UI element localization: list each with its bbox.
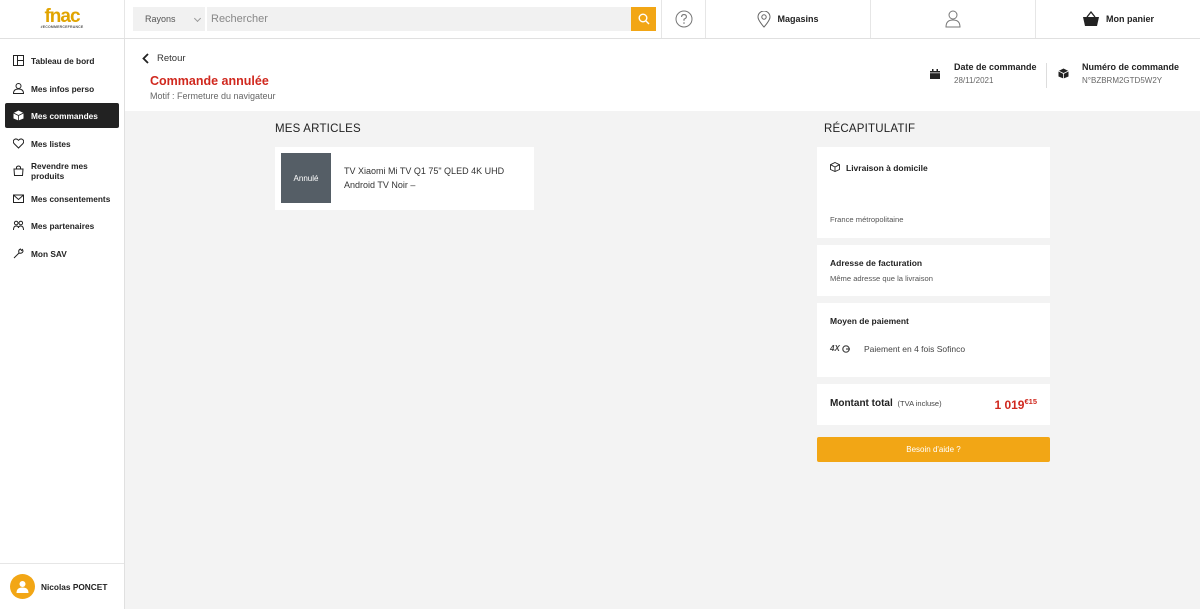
divider: [1046, 63, 1047, 88]
cancelled-badge: Annulé: [293, 173, 319, 183]
search-input[interactable]: [207, 7, 631, 31]
sidebar-item-infos[interactable]: Mes infos perso: [5, 76, 119, 101]
payment-card: Moyen de paiement 4X Paiement en 4 fois …: [817, 303, 1050, 377]
box-icon: [13, 110, 24, 121]
billing-card: Adresse de facturation Même adresse que …: [817, 245, 1050, 296]
chevron-down-icon: [193, 14, 202, 23]
order-status: Commande annulée: [150, 74, 269, 88]
question-circle-icon: [675, 10, 692, 28]
cancel-reason: Motif : Fermeture du navigateur: [150, 91, 276, 101]
account-sidebar: Tableau de bord Mes infos perso Mes comm…: [0, 39, 125, 609]
sidebar-item-orders[interactable]: Mes commandes: [5, 103, 119, 128]
map-pin-icon: [757, 10, 771, 28]
account-button[interactable]: [871, 0, 1036, 38]
package-icon: [830, 162, 840, 172]
sidebar-item-partners[interactable]: Mes partenaires: [5, 213, 119, 238]
order-header: Retour Commande annulée Motif : Fermetur…: [125, 39, 1200, 111]
total-price: 1 019€15: [994, 397, 1037, 412]
user-icon: [945, 10, 961, 28]
order-number: Numéro de commande N°BZBRM2GTD5W2Y: [1058, 62, 1179, 85]
sidebar-item-consents[interactable]: Mes consentements: [5, 186, 119, 211]
search-bar: Rayons: [125, 0, 662, 38]
dashboard-icon: [13, 55, 24, 66]
sidebar-item-dashboard[interactable]: Tableau de bord: [5, 48, 119, 73]
basket-icon: [1082, 11, 1099, 26]
back-link[interactable]: Retour: [142, 53, 186, 64]
product-name: TV Xiaomi Mi TV Q1 75" QLED 4K UHD Andro…: [344, 166, 505, 190]
partners-icon: [13, 220, 24, 231]
search-button[interactable]: [631, 7, 656, 31]
calendar-icon: [930, 69, 940, 79]
sofinco-4x-logo: 4X: [830, 344, 850, 353]
cart-button[interactable]: Mon panier: [1036, 0, 1200, 38]
sidebar-item-sav[interactable]: Mon SAV: [5, 241, 119, 266]
recap-title: RÉCAPITULATIF: [824, 123, 916, 135]
delivery-card: Livraison à domicile France métropolitai…: [817, 147, 1050, 238]
articles-title: MES ARTICLES: [275, 123, 361, 135]
logo-link[interactable]: fnac #ECOMMERCEFRANCE: [0, 0, 125, 38]
bag-icon: [13, 165, 24, 176]
fnac-logo: fnac #ECOMMERCEFRANCE: [40, 5, 84, 29]
sidebar-item-lists[interactable]: Mes listes: [5, 131, 119, 156]
user-name: Nicolas PONCET: [41, 581, 108, 592]
help-button[interactable]: [662, 0, 706, 38]
sidebar-item-resell[interactable]: Revendre mes produits: [5, 158, 119, 183]
rayons-dropdown[interactable]: Rayons: [133, 7, 205, 31]
order-date: Date de commande 28/11/2021: [930, 62, 1037, 85]
user-profile[interactable]: Nicolas PONCET: [0, 563, 124, 609]
article-item[interactable]: Annulé TV Xiaomi Mi TV Q1 75" QLED 4K UH…: [275, 147, 534, 210]
chevron-left-icon: [142, 53, 149, 64]
wrench-icon: [13, 248, 24, 259]
heart-icon: [13, 138, 24, 149]
product-thumbnail: Annulé: [281, 153, 331, 203]
total-card: Montant total (TVA incluse) 1 019€15: [817, 384, 1050, 425]
box-icon: [1058, 68, 1069, 79]
mail-icon: [13, 194, 24, 203]
avatar: [10, 574, 35, 599]
user-icon: [16, 581, 29, 593]
top-header: fnac #ECOMMERCEFRANCE Rayons Magasins Mo…: [0, 0, 1200, 39]
help-button[interactable]: Besoin d'aide ?: [817, 437, 1050, 462]
cb-card-icon: [841, 344, 850, 353]
user-icon: [13, 83, 24, 94]
search-icon: [638, 13, 649, 25]
stores-link[interactable]: Magasins: [706, 0, 871, 38]
